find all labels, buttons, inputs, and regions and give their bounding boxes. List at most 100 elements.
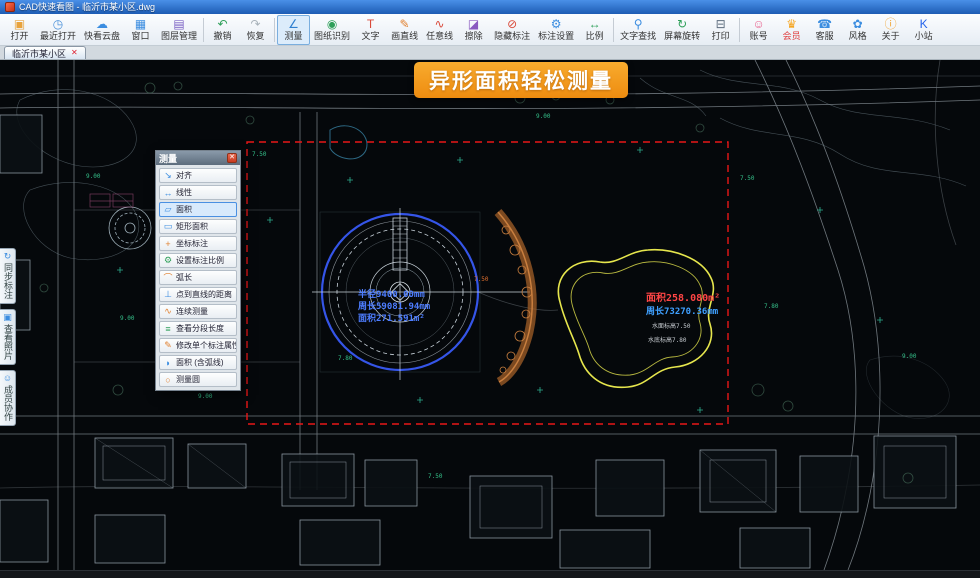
measure-panel-close-icon[interactable]: ✕ [227, 153, 237, 163]
toolbar-item-undo[interactable]: ↶撤销 [206, 15, 239, 45]
measure-item-area-with-arc[interactable]: ◗面积 (含弧线) [159, 355, 237, 370]
toolbar-item-label: 恢复 [247, 31, 265, 41]
side-tabs: ↻同步标注 ▣查看照片 ☺成员协作 [0, 248, 16, 426]
spot-elevation-label: 9.00 [536, 113, 551, 120]
toolbar-item-text[interactable]: T文字 [354, 15, 387, 45]
measure-item-align[interactable]: ↘对齐 [159, 168, 237, 183]
toolbar-item-site[interactable]: K小站 [907, 15, 940, 45]
continuous-measure-icon: ∿ [163, 306, 173, 317]
toolbar-item-draw-line[interactable]: ✎画直线 [387, 15, 422, 45]
toolbar-item-cloud-disk[interactable]: ☁快看云盘 [80, 15, 124, 45]
toolbar-item-free-line[interactable]: ∿任意线 [422, 15, 457, 45]
toolbar-item-label: 文字查找 [620, 31, 656, 41]
spot-elevation-label: 7.50 [474, 276, 489, 283]
toolbar-item-redo[interactable]: ↷恢复 [239, 15, 272, 45]
window-icon: ▦ [135, 18, 146, 31]
toolbar-item-label: 关于 [882, 31, 900, 41]
measure-item-label: 矩形面积 [176, 221, 208, 232]
circle-perimeter-label: 周长59081.94mm [358, 300, 431, 312]
tab-close-icon[interactable]: ✕ [71, 49, 78, 57]
erase-icon: ◪ [468, 18, 479, 31]
side-tab-view-photos[interactable]: ▣查看照片 [0, 309, 16, 365]
toolbar-item-text-search[interactable]: ⚲文字查找 [616, 15, 660, 45]
measure-panel-titlebar[interactable]: 测量 ✕ [156, 151, 240, 165]
linear-icon: ↔ [163, 188, 173, 198]
recent-open-icon: ◷ [53, 18, 63, 31]
toolbar-item-label: 窗口 [132, 31, 150, 41]
toolbar-separator [274, 18, 275, 42]
screen-rotate-icon: ↻ [677, 18, 687, 31]
cloud-disk-icon: ☁ [96, 18, 108, 31]
document-tab[interactable]: 临沂市某小区 ✕ [4, 46, 86, 59]
toolbar-item-hide-annotation[interactable]: ⊘隐藏标注 [490, 15, 534, 45]
measure-panel: 测量 ✕ ↘对齐 ↔线性 ▱面积 ▭矩形面积 +坐标标注 ⚙设置标注比例 ⌒弧长 ⊥点到直线的… [155, 150, 241, 391]
toolbar-item-window[interactable]: ▦窗口 [124, 15, 157, 45]
toolbar-item-label: 客服 [816, 31, 834, 41]
toolbar-item-label: 最近打开 [40, 31, 76, 41]
toolbar-item-open[interactable]: ▣打开 [3, 15, 36, 45]
toolbar-item-label: 撤销 [214, 31, 232, 41]
toolbar-item-layer-manage[interactable]: ▤图层管理 [157, 15, 201, 45]
side-tab-member-collab[interactable]: ☺成员协作 [0, 370, 16, 426]
toolbar-item-label: 隐藏标注 [494, 31, 530, 41]
title-bar: CAD快速看图 - 临沂市某小区.dwg [0, 0, 980, 14]
open-icon: ▣ [14, 18, 25, 31]
toolbar-item-label: 小站 [915, 31, 933, 41]
toolbar-item-annotation-settings[interactable]: ⚙标注设置 [534, 15, 578, 45]
toolbar-item-scale[interactable]: ↔比例 [578, 15, 611, 45]
toolbar-item-support[interactable]: ☎客服 [808, 15, 841, 45]
measure-item-label: 设置标注比例 [176, 255, 224, 266]
measure-item-label: 线性 [176, 187, 192, 198]
hide-annotation-icon: ⊘ [507, 18, 517, 31]
measure-item-arc-length[interactable]: ⌒弧长 [159, 270, 237, 285]
drawing-recognize-icon: ◉ [327, 18, 337, 31]
measure-item-coord-annotation[interactable]: +坐标标注 [159, 236, 237, 251]
toolbar-item-screen-rotate[interactable]: ↻屏幕旋转 [660, 15, 704, 45]
measure-item-set-annotation-scale[interactable]: ⚙设置标注比例 [159, 253, 237, 268]
vip-icon: ♛ [786, 18, 797, 31]
measure-item-label: 面积 [176, 204, 192, 215]
status-bar [0, 570, 980, 578]
measure-item-linear[interactable]: ↔线性 [159, 185, 237, 200]
measure-item-point-line-distance[interactable]: ⊥点到直线的距离 [159, 287, 237, 302]
pond-water-level-note: 水面标高7.50 [652, 322, 691, 330]
about-icon: ⓘ [885, 18, 897, 31]
toolbar-item-label: 画直线 [391, 31, 418, 41]
cad-drawing-canvas[interactable]: 半径9400.00mm 周长59081.94mm 面积271.591m² 面积2… [0, 60, 980, 570]
measure-item-continuous-measure[interactable]: ∿连续测量 [159, 304, 237, 319]
toolbar-item-about[interactable]: ⓘ关于 [874, 15, 907, 45]
measure-item-label: 查看分段长度 [176, 323, 224, 334]
measure-item-measure-circle[interactable]: ○测量圆 [159, 372, 237, 387]
toolbar-item-label: 打印 [712, 31, 730, 41]
toolbar-item-label: 任意线 [426, 31, 453, 41]
toolbar-separator [739, 18, 740, 42]
document-tab-label: 临沂市某小区 [12, 47, 66, 60]
toolbar-item-drawing-recognize[interactable]: ◉图纸识别 [310, 15, 354, 45]
side-tab-label: 查看照片 [3, 324, 12, 360]
toolbar-item-print[interactable]: ⊟打印 [704, 15, 737, 45]
toolbar-item-erase[interactable]: ◪擦除 [457, 15, 490, 45]
side-tab-sync-annotation[interactable]: ↻同步标注 [0, 248, 16, 304]
measure-item-rect-area[interactable]: ▭矩形面积 [159, 219, 237, 234]
toolbar-item-recent-open[interactable]: ◷最近打开 [36, 15, 80, 45]
modify-annotation-property-icon: ✎ [163, 340, 173, 351]
spot-elevation-label: 9.00 [198, 393, 213, 400]
toolbar-item-style[interactable]: ✿风格 [841, 15, 874, 45]
toolbar-item-measure[interactable]: ∠测量 [277, 15, 310, 45]
measure-item-area[interactable]: ▱面积 [159, 202, 237, 217]
measure-icon: ∠ [288, 18, 299, 31]
toolbar-item-label: 风格 [849, 31, 867, 41]
toolbar-item-vip[interactable]: ♛会员 [775, 15, 808, 45]
toolbar: ▣打开◷最近打开☁快看云盘▦窗口▤图层管理↶撤销↷恢复∠测量◉图纸识别T文字✎画… [0, 14, 980, 46]
measure-item-view-segment-length[interactable]: ≡查看分段长度 [159, 321, 237, 336]
free-line-icon: ∿ [435, 18, 445, 31]
align-icon: ↘ [163, 170, 173, 181]
toolbar-item-label: 快看云盘 [84, 31, 120, 41]
promo-banner: 异形面积轻松测量 [414, 62, 628, 98]
toolbar-item-account[interactable]: ☺账号 [742, 15, 775, 45]
toolbar-item-label: 图层管理 [161, 31, 197, 41]
spot-elevation-label: 7.50 [740, 175, 755, 182]
measure-item-modify-annotation-property[interactable]: ✎修改单个标注属性 [159, 338, 237, 353]
spot-elevation-label: 7.80 [338, 355, 353, 362]
undo-icon: ↶ [218, 18, 228, 31]
